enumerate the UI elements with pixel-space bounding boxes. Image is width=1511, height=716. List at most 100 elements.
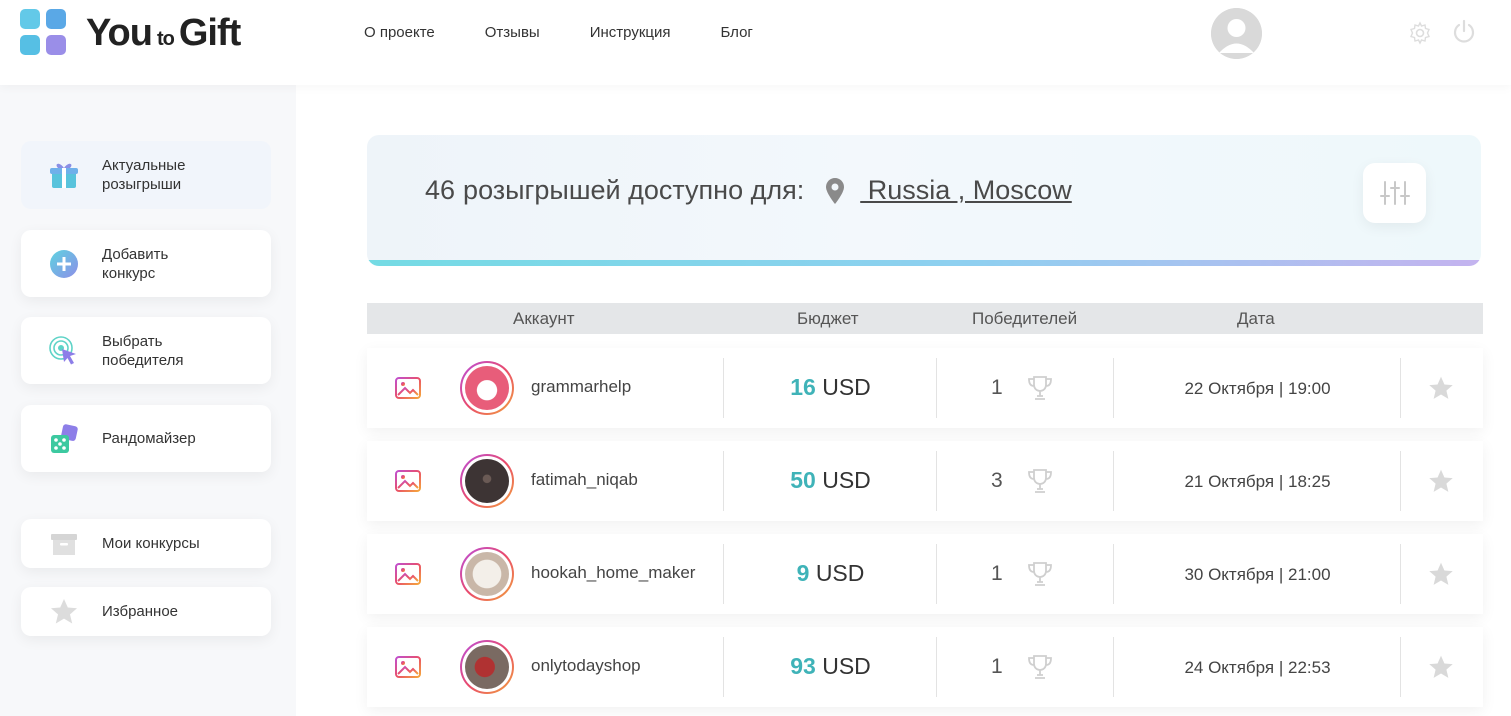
budget-amount: 50 — [790, 467, 816, 493]
column-divider — [1400, 637, 1401, 697]
account-avatar[interactable] — [460, 361, 514, 415]
nav-about[interactable]: О проекте — [364, 23, 435, 43]
column-divider — [1400, 358, 1401, 418]
column-divider — [936, 637, 937, 697]
location-link[interactable]: Russia , Moscow — [860, 175, 1072, 206]
sidebar-item-add-contest[interactable]: Добавить конкурс — [21, 230, 271, 297]
table-row[interactable]: hookah_home_maker 9 USD 1 30 Октября | 2… — [367, 534, 1483, 614]
giveaway-count-banner: 46 розыгрышей доступно для: Russia , Mos… — [367, 135, 1481, 266]
nav-blog[interactable]: Блог — [720, 23, 752, 43]
archive-box-icon — [49, 529, 79, 559]
sidebar-item-label: Выбрать победителя — [102, 332, 184, 369]
sidebar-item-current-giveaways[interactable]: Актуальные розыгрыши — [21, 141, 271, 209]
account-name[interactable]: grammarhelp — [531, 377, 631, 397]
favorite-star-icon[interactable] — [1427, 561, 1455, 588]
giveaway-count: 46 — [425, 175, 456, 205]
logo-text-gift: Gift — [178, 11, 241, 54]
draw-date: 21 Октября | 18:25 — [1184, 472, 1331, 491]
budget-amount: 9 — [796, 560, 810, 586]
sidebar-item-randomizer[interactable]: Рандомайзер — [21, 405, 271, 472]
sidebar-item-label: Рандомайзер — [102, 430, 196, 447]
budget-value: 50 USD — [724, 467, 937, 494]
nav-reviews[interactable]: Отзывы — [485, 23, 540, 43]
favorite-star-icon[interactable] — [1427, 375, 1455, 402]
column-divider — [936, 358, 937, 418]
account-avatar[interactable] — [460, 547, 514, 601]
account-name[interactable]: hookah_home_maker — [531, 563, 695, 583]
sidebar: Актуальные розыгрыши Добавить конкурс Вы… — [0, 85, 296, 716]
table-row[interactable]: grammarhelp 16 USD 1 22 Октября | 19:00 — [367, 348, 1483, 428]
budget-currency: USD — [822, 374, 871, 400]
sliders-icon — [1379, 181, 1410, 205]
winners-count: 1 — [991, 655, 1003, 678]
logo-text-you: You — [86, 11, 153, 54]
winners-count: 3 — [991, 469, 1003, 492]
location-pin-icon — [826, 177, 845, 204]
draw-date: 22 Октября | 19:00 — [1184, 379, 1331, 398]
budget-value: 93 USD — [724, 653, 937, 680]
winners-count: 1 — [991, 376, 1003, 399]
account-name[interactable]: fatimah_niqab — [531, 470, 638, 490]
trophy-icon — [1028, 562, 1052, 586]
image-icon[interactable] — [395, 656, 421, 678]
star-icon — [49, 597, 79, 627]
budget-currency: USD — [822, 653, 871, 679]
sidebar-item-label: Добавить конкурс — [102, 245, 169, 282]
image-icon[interactable] — [395, 563, 421, 585]
favorite-star-icon[interactable] — [1427, 654, 1455, 681]
table-row[interactable]: fatimah_niqab 50 USD 3 21 Октября | 18:2… — [367, 441, 1483, 521]
table-header: Аккаунт Бюджет Победителей Дата — [367, 303, 1483, 334]
account-avatar[interactable] — [460, 640, 514, 694]
column-header-winners: Победителей — [972, 309, 1078, 328]
budget-value: 9 USD — [724, 560, 937, 587]
trophy-icon — [1028, 376, 1052, 400]
user-silhouette-icon — [1211, 8, 1262, 59]
main-content: 46 розыгрышей доступно для: Russia , Mos… — [296, 85, 1511, 716]
target-cursor-icon — [49, 335, 79, 366]
logo[interactable]: You to Gift — [20, 9, 241, 57]
column-divider — [936, 544, 937, 604]
logo-icon — [20, 9, 66, 55]
logo-text-to: to — [156, 27, 175, 50]
plus-circle-icon — [49, 249, 79, 279]
favorite-star-icon[interactable] — [1427, 468, 1455, 495]
draw-date: 24 Октября | 22:53 — [1184, 658, 1331, 677]
table-row[interactable]: onlytodayshop 93 USD 1 24 Октября | 22:5… — [367, 627, 1483, 707]
column-divider — [1400, 451, 1401, 511]
filter-button[interactable] — [1363, 163, 1426, 223]
column-header-budget: Бюджет — [797, 309, 859, 328]
gear-icon[interactable] — [1408, 21, 1432, 45]
column-divider — [936, 451, 937, 511]
sidebar-item-label: Мои конкурсы — [102, 535, 200, 552]
trophy-icon — [1028, 469, 1052, 493]
budget-currency: USD — [822, 467, 871, 493]
banner-label: розыгрышей доступно для: — [463, 175, 805, 205]
column-header-account: Аккаунт — [513, 309, 575, 328]
sidebar-item-choose-winner[interactable]: Выбрать победителя — [21, 317, 271, 384]
sidebar-item-label: Избранное — [102, 603, 179, 620]
logo-text: You to Gift — [86, 11, 241, 55]
image-icon[interactable] — [395, 377, 421, 399]
account-name[interactable]: onlytodayshop — [531, 656, 641, 676]
column-header-date: Дата — [1237, 309, 1275, 328]
draw-date: 30 Октября | 21:00 — [1184, 565, 1331, 584]
banner-text: 46 розыгрышей доступно для: Russia , Mos… — [425, 175, 1072, 206]
image-icon[interactable] — [395, 470, 421, 492]
winners-count: 1 — [991, 562, 1003, 585]
sidebar-item-favorites[interactable]: Избранное — [21, 587, 271, 636]
sidebar-item-my-contests[interactable]: Мои конкурсы — [21, 519, 271, 568]
account-avatar[interactable] — [460, 454, 514, 508]
gift-icon — [49, 160, 79, 190]
sidebar-item-label: Актуальные розыгрыши — [102, 157, 186, 193]
user-avatar[interactable] — [1211, 8, 1262, 59]
power-icon[interactable] — [1451, 19, 1477, 45]
dice-icon — [49, 423, 79, 454]
budget-amount: 93 — [790, 653, 816, 679]
main-nav: О проекте Отзывы Инструкция Блог — [364, 23, 803, 43]
budget-currency: USD — [815, 560, 865, 586]
column-divider — [1400, 544, 1401, 604]
nav-instructions[interactable]: Инструкция — [590, 23, 671, 43]
top-header: You to Gift О проекте Отзывы Инструкция … — [0, 0, 1511, 85]
budget-value: 16 USD — [724, 374, 937, 401]
trophy-icon — [1028, 655, 1052, 679]
